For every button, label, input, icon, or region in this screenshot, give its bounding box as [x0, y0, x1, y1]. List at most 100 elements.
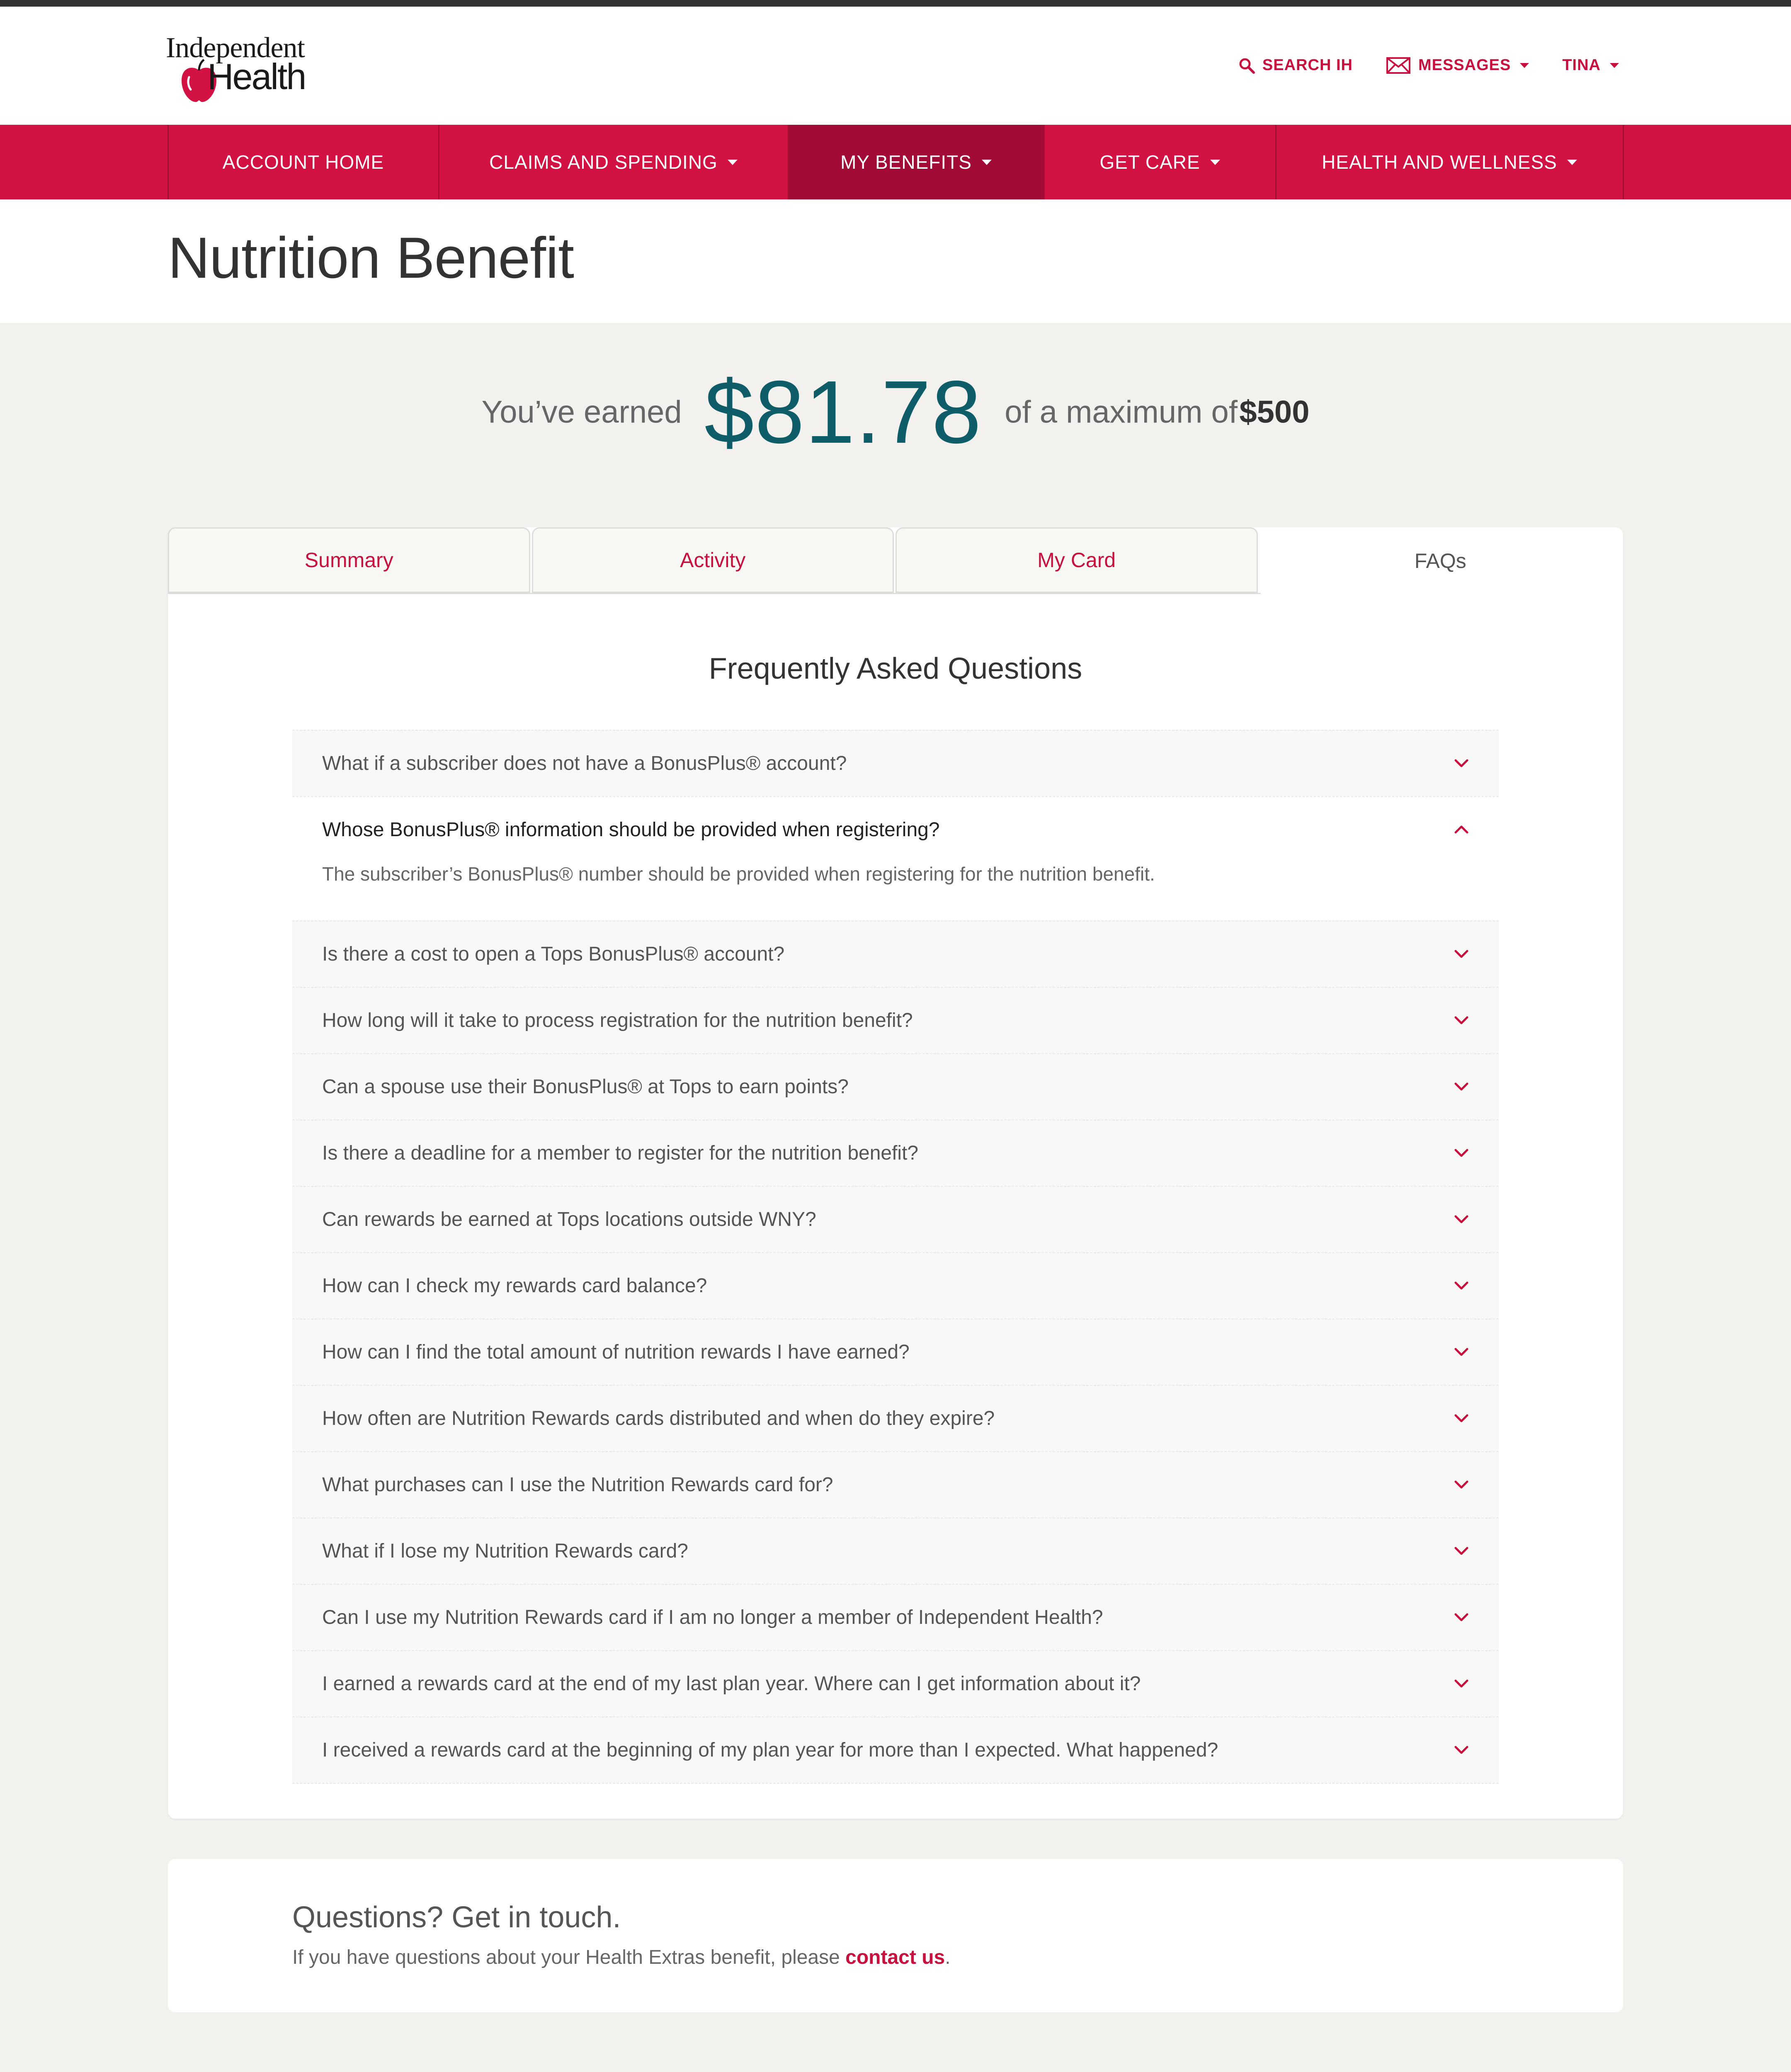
chevron-down-icon — [1454, 950, 1468, 958]
contact-text-before: If you have questions about your Health … — [292, 1946, 846, 1968]
messages-link[interactable]: MESSAGES — [1386, 56, 1529, 74]
faq-item[interactable]: Can rewards be earned at Tops locations … — [292, 1186, 1499, 1252]
maximum-amount: $500 — [1239, 394, 1310, 430]
nav-label: ACCOUNT HOME — [222, 151, 384, 173]
faq-answer: The subscriber’s BonusPlus® number shoul… — [322, 863, 1155, 885]
caret-down-icon — [1520, 63, 1529, 68]
faq-item[interactable]: I earned a rewards card at the end of my… — [292, 1650, 1499, 1716]
faq-accordion: What if a subscriber does not have a Bon… — [292, 730, 1499, 1784]
faq-item[interactable]: Is there a cost to open a Tops BonusPlus… — [292, 920, 1499, 987]
faq-question: What if I lose my Nutrition Rewards card… — [322, 1540, 688, 1562]
faq-item[interactable]: What if I lose my Nutrition Rewards card… — [292, 1517, 1499, 1584]
nav-label: CLAIMS AND SPENDING — [489, 151, 718, 173]
contact-heading: Questions? Get in touch. — [292, 1901, 621, 1934]
chevron-down-icon — [1454, 1348, 1468, 1356]
search-label: SEARCH IH — [1262, 56, 1353, 74]
caret-down-icon — [1567, 159, 1577, 165]
faq-question: I earned a rewards card at the end of my… — [322, 1673, 1141, 1695]
faq-list-end — [292, 1783, 1499, 1784]
faq-item[interactable]: What if a subscriber does not have a Bon… — [292, 730, 1499, 796]
faq-item[interactable]: How long will it take to process registr… — [292, 987, 1499, 1053]
site-header: Independent Health SEARCH IH MESSAGES TI… — [0, 7, 1791, 125]
main-navigation: ACCOUNT HOME CLAIMS AND SPENDING MY BENE… — [0, 125, 1791, 199]
page-title-bar: Nutrition Benefit — [0, 199, 1791, 323]
faq-question: Can I use my Nutrition Rewards card if I… — [322, 1606, 1103, 1628]
caret-down-icon — [1610, 63, 1619, 68]
chevron-down-icon — [1454, 1480, 1468, 1489]
earned-middle: of a maximum of — [1005, 394, 1238, 430]
nav-label: HEALTH AND WELLNESS — [1322, 151, 1557, 173]
nav-item-health-and-wellness[interactable]: HEALTH AND WELLNESS — [1277, 125, 1624, 199]
tab-activity[interactable]: Activity — [531, 527, 894, 593]
page-title: Nutrition Benefit — [168, 225, 574, 290]
caret-down-icon — [727, 159, 738, 165]
chevron-down-icon — [1454, 1149, 1468, 1157]
faq-item[interactable]: How often are Nutrition Rewards cards di… — [292, 1385, 1499, 1451]
faq-question: Is there a cost to open a Tops BonusPlus… — [322, 943, 785, 965]
chevron-down-icon — [1454, 1082, 1468, 1091]
user-menu[interactable]: TINA — [1562, 56, 1619, 74]
faq-question: How often are Nutrition Rewards cards di… — [322, 1407, 995, 1429]
tabs-divider — [168, 593, 1261, 594]
nav-inner: ACCOUNT HOME CLAIMS AND SPENDING MY BENE… — [167, 125, 1624, 199]
faq-question: Whose BonusPlus® information should be p… — [322, 819, 940, 841]
faq-item[interactable]: What purchases can I use the Nutrition R… — [292, 1451, 1499, 1517]
chevron-down-icon — [1454, 1679, 1468, 1688]
faq-question: Can a spouse use their BonusPlus® at Top… — [322, 1076, 849, 1098]
faq-question: What if a subscriber does not have a Bon… — [322, 752, 847, 774]
benefit-card: Summary Activity My Card FAQs Frequently… — [168, 527, 1623, 1819]
top-border — [0, 0, 1791, 7]
search-icon — [1239, 58, 1255, 74]
faq-question: Is there a deadline for a member to regi… — [322, 1142, 919, 1164]
user-name: TINA — [1562, 56, 1601, 74]
faq-item[interactable]: Is there a deadline for a member to regi… — [292, 1119, 1499, 1186]
chevron-down-icon — [1454, 1016, 1468, 1024]
earned-prefix: You’ve earned — [481, 394, 682, 430]
chevron-down-icon — [1454, 1414, 1468, 1422]
faq-question: How can I find the total amount of nutri… — [322, 1341, 910, 1363]
caret-down-icon — [1210, 159, 1220, 165]
faq-item[interactable]: Can a spouse use their BonusPlus® at Top… — [292, 1053, 1499, 1119]
faq-heading: Frequently Asked Questions — [709, 652, 1082, 685]
earned-amount: $81.78 — [704, 362, 982, 462]
search-link[interactable]: SEARCH IH — [1238, 56, 1353, 74]
earnings-summary: You’ve earned $81.78 of a maximum of $50… — [0, 361, 1791, 463]
contact-text: If you have questions about your Health … — [292, 1946, 951, 1969]
envelope-icon — [1386, 57, 1410, 74]
chevron-down-icon — [1454, 1746, 1468, 1754]
chevron-down-icon — [1454, 1281, 1468, 1290]
nav-item-claims-and-spending[interactable]: CLAIMS AND SPENDING — [439, 125, 789, 199]
messages-label: MESSAGES — [1418, 56, 1511, 74]
caret-down-icon — [981, 159, 992, 165]
faq-item-expanded[interactable]: Whose BonusPlus® information should be p… — [292, 796, 1499, 920]
benefit-tabs: Summary Activity My Card FAQs — [168, 527, 1623, 594]
chevron-down-icon — [1454, 1215, 1468, 1223]
logo-text-health: Health — [207, 56, 306, 97]
header-utility-links: SEARCH IH MESSAGES TINA — [1238, 56, 1619, 74]
nav-label: GET CARE — [1099, 151, 1200, 173]
chevron-down-icon — [1454, 1613, 1468, 1621]
faq-item[interactable]: Can I use my Nutrition Rewards card if I… — [292, 1584, 1499, 1650]
faq-question: Can rewards be earned at Tops locations … — [322, 1208, 816, 1230]
independent-health-logo[interactable]: Independent Health — [166, 32, 332, 106]
contact-us-link[interactable]: contact us — [845, 1946, 945, 1968]
faq-item[interactable]: How can I check my rewards card balance? — [292, 1252, 1499, 1318]
tab-my-card[interactable]: My Card — [896, 527, 1258, 593]
faq-question: I received a rewards card at the beginni… — [322, 1739, 1218, 1761]
nav-label: MY BENEFITS — [840, 151, 972, 173]
tab-summary[interactable]: Summary — [168, 527, 530, 593]
chevron-down-icon — [1454, 759, 1468, 767]
faq-item[interactable]: I received a rewards card at the beginni… — [292, 1716, 1499, 1783]
chevron-down-icon — [1454, 1547, 1468, 1555]
nav-item-my-benefits[interactable]: MY BENEFITS — [789, 125, 1045, 199]
nav-item-account-home[interactable]: ACCOUNT HOME — [169, 125, 439, 199]
faq-question: How can I check my rewards card balance? — [322, 1275, 707, 1297]
nav-item-get-care[interactable]: GET CARE — [1045, 125, 1277, 199]
contact-text-after: . — [945, 1946, 951, 1968]
tab-faqs[interactable]: FAQs — [1259, 527, 1621, 593]
contact-panel: Questions? Get in touch. If you have que… — [168, 1859, 1623, 2012]
chevron-up-icon — [1454, 825, 1468, 834]
faq-question: How long will it take to process registr… — [322, 1009, 913, 1031]
faq-item[interactable]: How can I find the total amount of nutri… — [292, 1318, 1499, 1385]
faq-question: What purchases can I use the Nutrition R… — [322, 1474, 833, 1496]
